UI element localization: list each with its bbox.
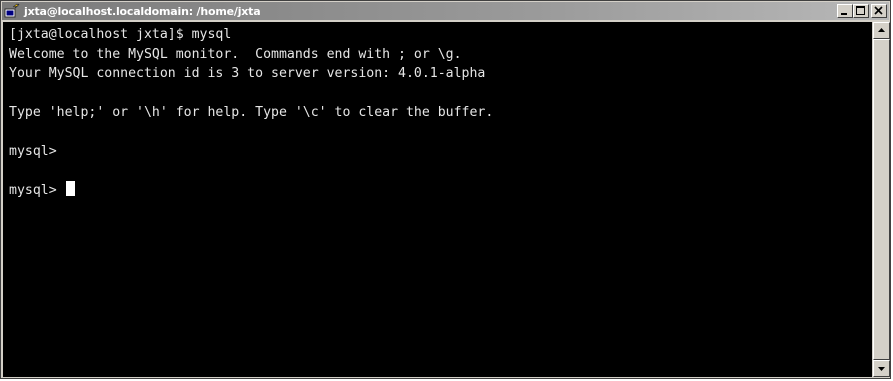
prompt-text: mysql>	[9, 183, 65, 198]
maximize-icon	[856, 6, 865, 15]
terminal-prompt-line[interactable]: mysql>	[9, 181, 493, 201]
terminal-line: [jxta@localhost jxta]$ mysql	[9, 27, 232, 42]
scroll-up-button[interactable]	[873, 22, 890, 39]
title-bar[interactable]: jxta@localhost.localdomain: /home/jxta	[2, 2, 889, 20]
scroll-down-button[interactable]	[873, 360, 890, 377]
up-arrow-icon	[878, 28, 885, 32]
terminal-output[interactable]: [jxta@localhost jxta]$ mysql Welcome to …	[3, 22, 872, 377]
window-controls	[837, 4, 887, 18]
text-cursor	[65, 181, 75, 196]
terminal-app-icon[interactable]	[4, 3, 20, 19]
terminal-line: mysql>	[9, 144, 57, 159]
terminal-window: jxta@localhost.localdomain: /home/jxta […	[0, 0, 891, 379]
maximize-button[interactable]	[853, 4, 869, 18]
minimize-icon	[841, 13, 847, 15]
terminal-lines: [jxta@localhost jxta]$ mysql Welcome to …	[9, 25, 493, 201]
close-icon	[874, 6, 883, 15]
close-button[interactable]	[871, 4, 887, 18]
minimize-button[interactable]	[837, 4, 853, 18]
vertical-scrollbar[interactable]	[873, 22, 890, 377]
terminal-line: Welcome to the MySQL monitor. Commands e…	[9, 46, 462, 62]
scrollbar-thumb[interactable]	[873, 39, 890, 360]
window-title: jxta@localhost.localdomain: /home/jxta	[24, 4, 261, 18]
terminal-line: Your MySQL connection id is 3 to server …	[9, 66, 486, 81]
terminal-line: Type 'help;' or '\h' for help. Type '\c'…	[9, 105, 494, 120]
down-arrow-icon	[878, 367, 885, 371]
